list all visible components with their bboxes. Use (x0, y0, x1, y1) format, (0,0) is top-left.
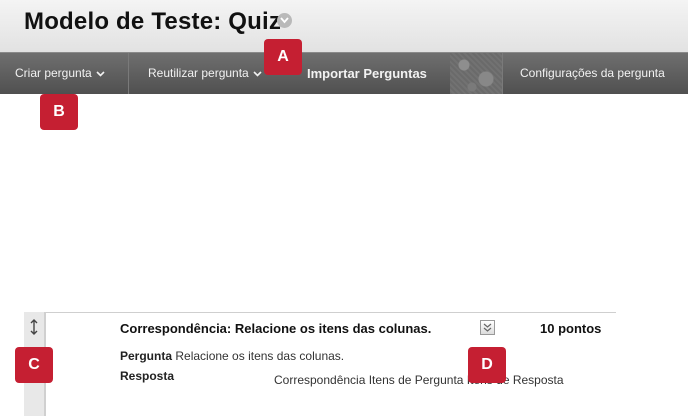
question-points: 10 pontos (540, 321, 602, 336)
question-row: Pergunta Relacione os itens das colunas. (120, 349, 344, 363)
divider (502, 53, 503, 94)
decorative-texture (450, 53, 502, 94)
question-settings-button[interactable]: Configurações da pergunta (520, 53, 665, 94)
question-label: Pergunta (120, 349, 173, 363)
page-title: Modelo de Teste: Quiz (24, 8, 282, 35)
action-bar: Criar pergunta Reutilizar pergunta Impor… (0, 52, 688, 94)
create-question-button[interactable]: Criar pergunta (15, 53, 105, 94)
title-bar: Modelo de Teste: Quiz (0, 0, 688, 52)
question-text: Relacione os itens das colunas. (175, 349, 345, 363)
divider (128, 53, 129, 94)
panel-top-border (46, 312, 616, 313)
question-title: Correspondência: Relacione os itens das … (120, 321, 432, 336)
question-panel: Correspondência: Relacione os itens das … (24, 312, 616, 416)
answer-row: Resposta (120, 369, 174, 383)
callout-b: B (40, 94, 78, 130)
menu-chevron-icon (483, 323, 492, 332)
create-question-label: Criar pergunta (15, 66, 92, 80)
reuse-question-button[interactable]: Reutilizar pergunta (148, 53, 262, 94)
callout-a: A (264, 39, 302, 75)
answer-label: Resposta (120, 369, 175, 383)
question-menu-button[interactable] (480, 320, 495, 335)
title-menu-chevron-icon[interactable] (277, 13, 292, 28)
chevron-down-icon (96, 71, 105, 77)
reuse-question-label: Reutilizar pergunta (148, 66, 249, 80)
import-questions-button[interactable]: Importar Perguntas (307, 53, 427, 94)
callout-c: C (15, 347, 53, 383)
answer-detail: Correspondência Itens de Pergunta Itens … (274, 373, 564, 387)
callout-d: D (468, 347, 506, 383)
chevron-down-icon (253, 71, 262, 77)
drag-handle-icon (30, 319, 38, 335)
